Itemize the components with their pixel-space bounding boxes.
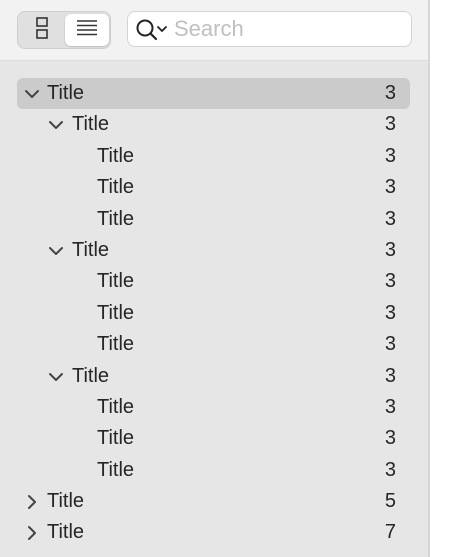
outline-row-label: Title <box>47 82 85 104</box>
outline-row-count: 3 <box>384 427 396 450</box>
outline-row[interactable]: Title 3 <box>0 141 428 172</box>
outline-row-label: Title <box>97 427 135 450</box>
outline-row[interactable]: Title 3 <box>0 329 428 360</box>
column-view-icon <box>35 16 49 45</box>
sidebar-toolbar <box>0 0 428 61</box>
outline-row[interactable]: Title 3 <box>0 109 428 140</box>
outline-row-count: 3 <box>384 395 396 418</box>
outline-row-count: 3 <box>384 301 396 324</box>
outline-row-label: Title <box>47 521 85 544</box>
outline-row-label: Title <box>97 301 135 324</box>
outline-row-label: Title <box>72 364 110 387</box>
chevron-down-icon[interactable] <box>48 117 64 133</box>
outline-row-label: Title <box>97 176 135 199</box>
outline-row-count: 3 <box>384 333 396 356</box>
outline-row-count: 3 <box>384 113 396 136</box>
outline-row-count: 3 <box>384 458 396 481</box>
outline-row[interactable]: Title 5 <box>0 486 428 517</box>
outline-row[interactable]: Title 3 <box>0 392 428 423</box>
outline-row[interactable]: Title 3 <box>0 455 428 486</box>
outline-row-count: 5 <box>384 490 396 513</box>
search-input[interactable] <box>174 14 404 44</box>
outline-row[interactable]: Title 3 <box>0 204 428 235</box>
outline-list: Title 3 Title 3 Title 3 Title 3 Title 3 Title 3 Titl… <box>0 78 428 549</box>
chevron-down-icon[interactable] <box>48 369 64 385</box>
chevron-down-icon[interactable] <box>48 243 64 259</box>
outline-row[interactable]: Title 3 <box>0 298 428 329</box>
outline-row[interactable]: Title 3 <box>0 235 428 266</box>
chevron-right-icon[interactable] <box>24 525 40 541</box>
outline-row-label: Title <box>97 270 135 293</box>
outline-row-label: Title <box>97 458 135 481</box>
outline-row-label: Title <box>97 395 135 418</box>
outline-row-count: 3 <box>384 364 396 387</box>
outline-row-count: 3 <box>384 144 396 167</box>
chevron-right-icon[interactable] <box>24 494 40 510</box>
outline-row-label: Title <box>97 144 135 167</box>
outline-row[interactable]: Title 3 <box>0 78 428 110</box>
outline-row-count: 7 <box>384 521 396 544</box>
outline-row[interactable]: Title 3 <box>0 361 428 392</box>
outline-row-count: 3 <box>384 207 396 230</box>
column-view-button[interactable] <box>20 14 64 46</box>
outline-row[interactable]: Title 3 <box>0 172 428 203</box>
sidebar-panel: Title3Title3Title3Title3Title3Title3Titl… <box>0 0 430 557</box>
view-mode-segmented-control <box>17 11 111 49</box>
outline-row-count: 3 <box>384 176 396 199</box>
outline-row-label: Title <box>72 113 110 136</box>
outline-row-count: 3 <box>384 238 396 261</box>
list-view-button[interactable] <box>65 14 109 46</box>
outline-row[interactable]: Title 3 <box>0 266 428 297</box>
outline-row-label: Title <box>97 333 135 356</box>
outline-row[interactable]: Title 7 <box>0 517 428 548</box>
outline-row[interactable]: Title 3 <box>0 423 428 454</box>
outline-row-count: 3 <box>384 82 396 104</box>
search-icon[interactable] <box>135 18 169 42</box>
chevron-down-icon[interactable] <box>24 86 40 102</box>
outline-row-count: 3 <box>384 270 396 293</box>
outline-row-label: Title <box>47 490 85 513</box>
search-field[interactable] <box>127 11 412 47</box>
outline-row-label: Title <box>72 238 110 261</box>
outline-row-label: Title <box>97 207 135 230</box>
list-view-icon <box>76 18 98 43</box>
